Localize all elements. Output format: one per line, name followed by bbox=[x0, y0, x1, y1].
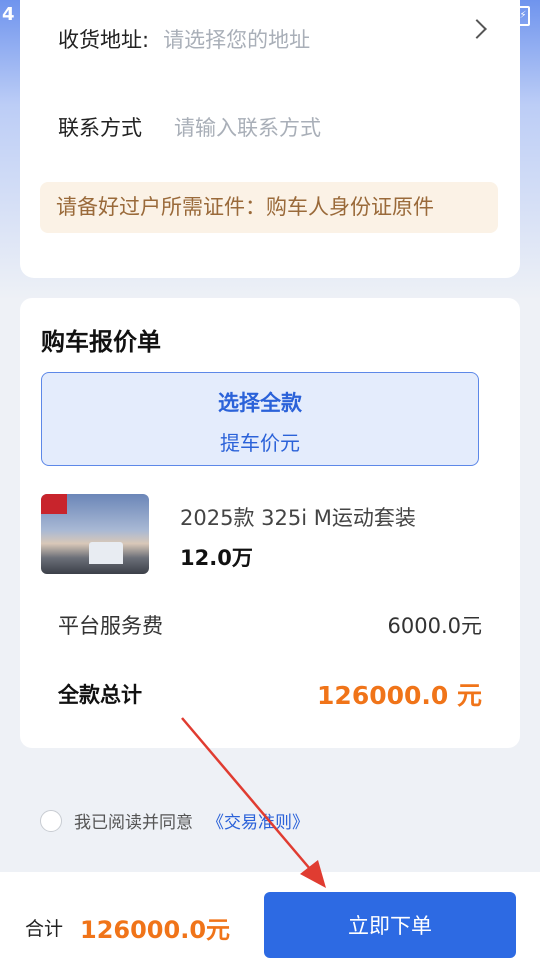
contact-label: 联系方式 bbox=[58, 116, 142, 140]
car-name: 2025款 325i M运动套装 bbox=[180, 506, 416, 530]
status-bar-text: 4 bbox=[2, 4, 15, 25]
address-label: 收货地址: bbox=[58, 28, 150, 52]
total-value: 126000.0 元 bbox=[317, 681, 482, 710]
agreement-radio[interactable] bbox=[40, 809, 62, 832]
address-placeholder: 请选择您的地址 bbox=[163, 28, 311, 52]
full-payment-option[interactable]: 选择全款 提车价元 bbox=[41, 372, 479, 466]
car-thumbnail bbox=[41, 494, 149, 574]
option-title: 选择全款 bbox=[218, 391, 302, 415]
agreement-text: 我已阅读并同意 bbox=[74, 813, 193, 833]
agreement-row: 我已阅读并同意 《交易准则》 bbox=[40, 808, 309, 833]
service-fee-label: 平台服务费 bbox=[58, 614, 163, 638]
car-price: 12.0万 bbox=[180, 546, 253, 570]
delivery-info-card: 收货地址: 请选择您的地址 联系方式 请输入联系方式 请备好过户所需证件：购车人身份… bbox=[20, 0, 520, 278]
service-fee-value: 6000.0元 bbox=[387, 614, 482, 638]
flag-image-part bbox=[41, 494, 67, 514]
quote-card: 购车报价单 选择全款 提车价元 2025款 325i M运动套装 12.0万 平… bbox=[20, 298, 520, 748]
chevron-right-icon[interactable] bbox=[467, 19, 487, 39]
contact-input[interactable]: 请输入联系方式 bbox=[174, 116, 321, 140]
option-subtitle: 提车价元 bbox=[220, 431, 300, 455]
sum-value: 126000.0元 bbox=[80, 916, 231, 944]
address-row[interactable]: 收货地址: 请选择您的地址 bbox=[58, 24, 310, 54]
quote-title: 购车报价单 bbox=[41, 328, 161, 356]
contact-row[interactable]: 联系方式 请输入联系方式 bbox=[58, 112, 321, 142]
place-order-button[interactable]: 立即下单 bbox=[264, 892, 516, 958]
documents-notice: 请备好过户所需证件：购车人身份证原件 bbox=[40, 182, 498, 233]
total-label: 全款总计 bbox=[58, 683, 142, 707]
building-image-part bbox=[89, 542, 123, 564]
sum-label: 合计 bbox=[25, 918, 64, 940]
agreement-link[interactable]: 《交易准则》 bbox=[207, 808, 309, 833]
bottom-bar: 合计 126000.0元 立即下单 bbox=[0, 872, 540, 960]
